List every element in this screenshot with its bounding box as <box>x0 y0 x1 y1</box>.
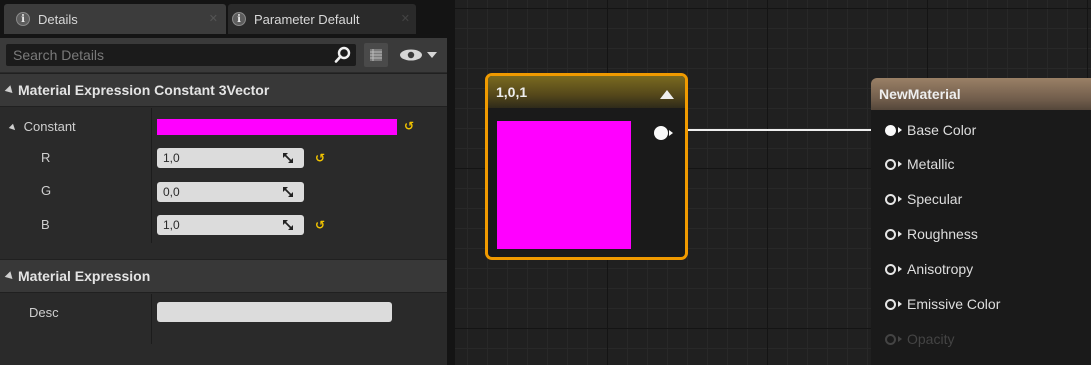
pin-specular[interactable]: Specular <box>885 189 962 209</box>
input-pin-icon <box>885 333 896 345</box>
search-box <box>6 44 356 66</box>
g-value-field[interactable]: 0,0 <box>157 182 304 202</box>
r-value: 1,0 <box>163 151 180 165</box>
color-preview <box>497 121 631 249</box>
output-pin[interactable] <box>654 126 668 140</box>
eye-icon <box>400 49 437 61</box>
tab-bar: i Details ✕ i Parameter Default ✕ <box>0 0 447 38</box>
b-value-field[interactable]: 1,0 <box>157 215 304 235</box>
input-pin-icon <box>885 124 896 136</box>
info-icon: i <box>232 12 246 26</box>
pin-arrow-icon <box>898 336 902 342</box>
property-row-constant[interactable]: Constant <box>8 119 76 134</box>
g-value: 0,0 <box>163 185 180 199</box>
node-title: NewMaterial <box>879 86 961 102</box>
output-pin-arrow-icon <box>669 130 673 136</box>
drag-handle-icon[interactable] <box>282 152 294 164</box>
tab-details[interactable]: i Details ✕ <box>4 4 226 34</box>
search-icon[interactable] <box>334 46 352 64</box>
input-pin-icon <box>885 193 896 205</box>
pin-opacity: Opacity <box>885 329 954 349</box>
info-icon: i <box>16 12 30 26</box>
search-input[interactable] <box>6 44 326 66</box>
pin-emissive-color[interactable]: Emissive Color <box>885 294 1000 314</box>
category-title: Material Expression Constant 3Vector <box>18 82 270 98</box>
pin-label: Roughness <box>907 226 978 242</box>
reset-to-default-icon[interactable]: ↺ <box>315 218 325 232</box>
node-header[interactable]: 1,0,1 <box>488 76 685 108</box>
color-swatch[interactable] <box>157 119 397 135</box>
collapse-arrow-icon <box>4 84 16 96</box>
b-value: 1,0 <box>163 218 180 232</box>
column-divider[interactable] <box>151 294 152 344</box>
close-icon[interactable]: ✕ <box>209 12 218 25</box>
pin-anisotropy[interactable]: Anisotropy <box>885 259 973 279</box>
pin-arrow-icon <box>898 196 902 202</box>
pin-label: Base Color <box>907 122 977 138</box>
details-panel: i Details ✕ i Parameter Default ✕ Search… <box>0 0 447 365</box>
r-value-field[interactable]: 1,0 <box>157 148 304 168</box>
view-options-button[interactable] <box>364 43 388 67</box>
pin-arrow-icon <box>898 127 902 133</box>
pin-metallic[interactable]: Metallic <box>885 154 954 174</box>
pin-label: Specular <box>907 191 963 207</box>
collapse-triangle-icon[interactable] <box>660 90 674 99</box>
property-label-r: R <box>41 150 51 165</box>
close-icon[interactable]: ✕ <box>401 12 410 25</box>
category-header-constant-3vector[interactable]: Material Expression Constant 3Vector <box>0 73 447 107</box>
input-pin-icon <box>885 228 896 240</box>
pin-label: Opacity <box>907 331 955 347</box>
input-pin-icon <box>885 298 896 310</box>
category-title: Material Expression <box>18 268 151 284</box>
pin-arrow-icon <box>898 161 902 167</box>
node-title: 1,0,1 <box>496 84 528 100</box>
column-divider[interactable] <box>151 108 152 243</box>
property-label-g: G <box>41 183 52 198</box>
drag-handle-icon[interactable] <box>282 219 294 231</box>
pin-arrow-icon <box>898 266 902 272</box>
panel-splitter[interactable] <box>447 0 455 365</box>
tab-label: Details <box>38 11 78 27</box>
property-label-desc: Desc <box>29 305 59 320</box>
pin-label: Metallic <box>907 156 955 172</box>
material-graph[interactable]: 1,0,1 NewMaterial Base Color Metallic Sp… <box>455 0 1091 365</box>
pin-arrow-icon <box>898 231 902 237</box>
collapse-arrow-icon <box>4 270 16 282</box>
tab-parameter-defaults[interactable]: i Parameter Default ✕ <box>228 4 416 34</box>
pin-label: Anisotropy <box>907 261 974 277</box>
input-pin-icon <box>885 158 896 170</box>
property-label-b: B <box>41 217 50 232</box>
property-label: Constant <box>23 119 76 134</box>
pin-arrow-icon <box>898 301 902 307</box>
node-header[interactable]: NewMaterial <box>871 78 1091 110</box>
visibility-options-button[interactable] <box>398 46 442 64</box>
desc-field[interactable] <box>157 302 392 322</box>
constant-3vector-node[interactable]: 1,0,1 <box>485 73 688 260</box>
reset-to-default-icon[interactable]: ↺ <box>315 151 325 165</box>
category-header-material-expression[interactable]: Material Expression <box>0 259 447 293</box>
material-result-node[interactable]: NewMaterial Base Color Metallic Specular… <box>871 78 1091 365</box>
tab-label: Parameter Default <box>254 11 360 27</box>
expand-arrow-icon <box>8 123 18 133</box>
reset-to-default-icon[interactable]: ↺ <box>404 119 414 133</box>
pin-roughness[interactable]: Roughness <box>885 224 978 244</box>
input-pin-icon <box>885 263 896 275</box>
pin-base-color[interactable]: Base Color <box>885 120 976 140</box>
details-toolbar <box>0 38 447 72</box>
pin-label: Emissive Color <box>907 296 1001 312</box>
drag-handle-icon[interactable] <box>282 186 294 198</box>
grid-list-icon <box>370 49 382 61</box>
